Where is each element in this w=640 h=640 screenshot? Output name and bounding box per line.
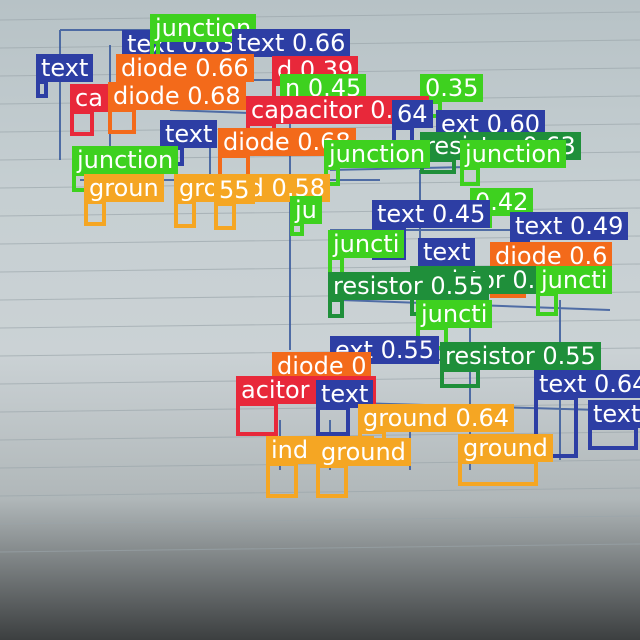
junction-detection-label: juncti	[416, 300, 493, 328]
text-detection-label: text 0.52	[588, 400, 640, 428]
text-detection-label: text	[36, 54, 94, 82]
junction-detection-label: 0.35	[420, 74, 484, 102]
junction-detection-label: ju	[290, 196, 322, 224]
ground-detection-label: groun	[84, 174, 164, 202]
junction-detection-label: juncti	[328, 230, 405, 258]
junction-detection-box: juncti	[536, 266, 613, 316]
ground-detection-box: ground 0.58	[174, 174, 330, 228]
junction-detection-label: juncti	[536, 266, 613, 294]
text-detection-label: text	[418, 238, 476, 266]
text-detection-box: text 0.52	[588, 400, 640, 450]
ground-detection-label: ground	[316, 438, 411, 466]
text-detection-label: text	[160, 120, 218, 148]
text-detection-label: text 0.64	[534, 370, 640, 398]
resistor-detection-box: resistor 0.55	[440, 342, 601, 388]
text-detection-label: text 0.49	[510, 212, 629, 240]
junction-detection-label: junction	[72, 146, 179, 174]
diode-detection-label: diode 0.68	[108, 82, 246, 110]
ground-detection-label: ground 0.64	[358, 404, 514, 432]
resistor-detection-label: resistor 0.55	[440, 342, 601, 370]
junction-detection-label: junction	[460, 140, 567, 168]
ground-detection-box: 55	[214, 176, 255, 230]
photo-frame: text 0.630.61junctiontext 0.66textdiode …	[0, 0, 640, 640]
capacitor-detection-label: ca	[70, 84, 108, 112]
junction-detection-box: ju	[290, 196, 322, 236]
resistor-detection-label: resistor 0.55	[328, 272, 489, 300]
ground-detection-label: ground	[458, 434, 553, 462]
diode-detection-box: diode 0.68	[108, 82, 246, 134]
text-detection-box: text	[36, 54, 94, 98]
junction-detection-label: junction	[324, 140, 431, 168]
resistor-detection-box: resistor 0.55	[328, 272, 489, 318]
ground-detection-box: groun	[84, 174, 164, 226]
text-detection-box: text	[316, 380, 374, 436]
text-detection-box: text 0.63	[122, 30, 241, 58]
ground-detection-box: ground	[458, 434, 553, 486]
ground-detection-box: ind 0.63	[266, 436, 375, 498]
capacitor-detection-box: ca	[70, 84, 108, 136]
text-detection-label: 64	[392, 100, 433, 128]
ground-detection-label: 55	[214, 176, 255, 204]
text-detection-label: text 0.45	[372, 200, 491, 228]
junction-detection-box: junction	[460, 140, 567, 186]
capacitor-detection-box: acitor 0.53	[236, 376, 376, 436]
diode-detection-label: diode 0.66	[116, 54, 254, 82]
ground-detection-box: ground	[316, 438, 411, 498]
text-detection-label: text 0.66	[232, 29, 351, 57]
